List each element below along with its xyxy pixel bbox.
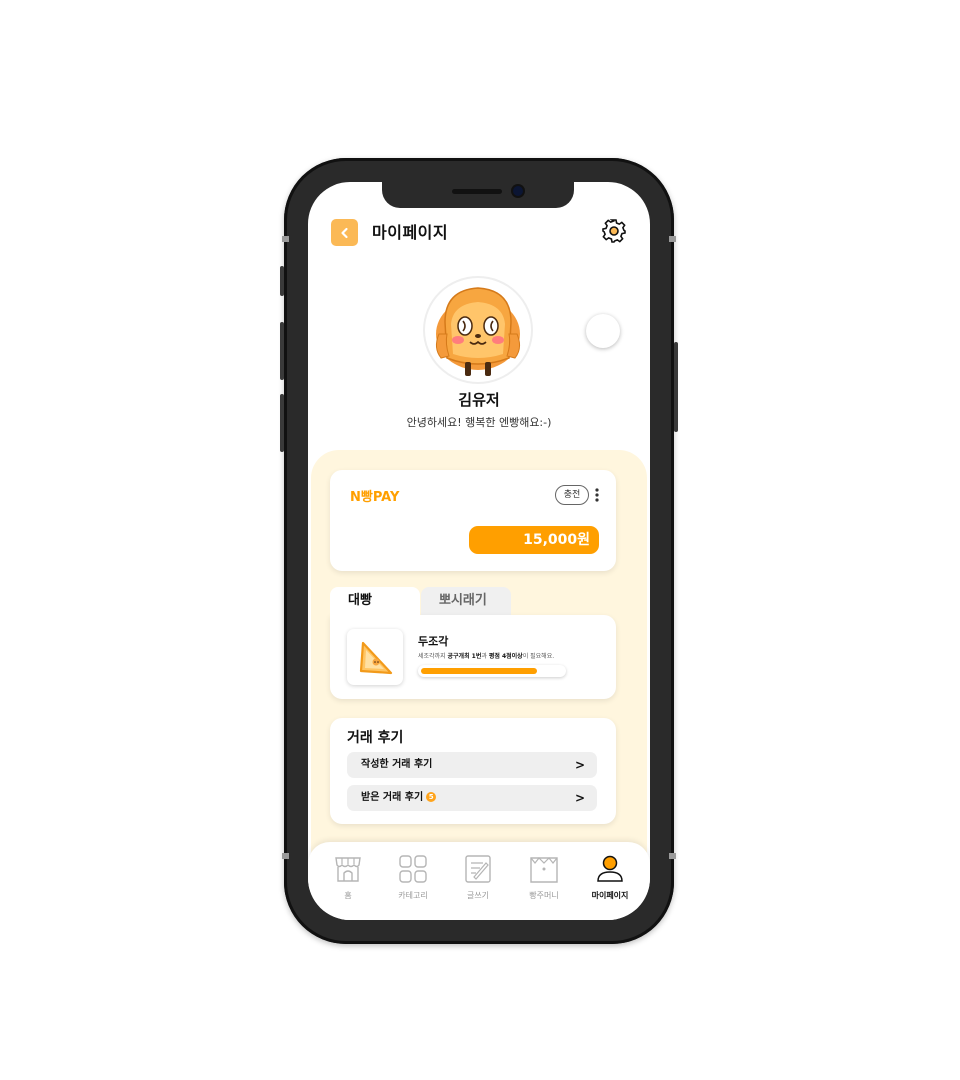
badge-description: 세조각까지 공구개최 1번과 평점 4점이상이 필요해요. bbox=[418, 651, 554, 660]
notch bbox=[382, 182, 574, 208]
write-icon bbox=[465, 855, 491, 883]
pay-card: N빵PAY 충전 15,000원 bbox=[330, 470, 616, 571]
tab-label: 글쓰기 bbox=[466, 891, 490, 900]
badge-desc-text: 과 bbox=[481, 653, 489, 660]
avatar[interactable] bbox=[425, 278, 531, 382]
badge-progress-fill bbox=[421, 668, 537, 674]
badge-desc-condition-1: 공구개최 1번 bbox=[447, 653, 482, 660]
tab-bag[interactable]: 빵주머니 bbox=[514, 854, 574, 901]
bread-slice-icon bbox=[359, 641, 393, 675]
gear-icon[interactable] bbox=[601, 218, 627, 244]
bread-mascot-image bbox=[435, 287, 521, 376]
written-reviews-label: 작성한 거래 후기 bbox=[361, 759, 433, 770]
tab-category[interactable]: 카테고리 bbox=[383, 854, 443, 901]
speaker-grille bbox=[452, 189, 502, 194]
chevron-right-icon: > bbox=[574, 791, 585, 805]
mute-switch bbox=[280, 266, 284, 296]
volume-down-button bbox=[280, 394, 284, 452]
badge-title: 두조각 bbox=[418, 635, 449, 648]
bag-icon bbox=[530, 857, 558, 883]
store-icon bbox=[335, 857, 361, 882]
tab-mypage[interactable]: 마이페이지 bbox=[580, 854, 640, 901]
tab-write[interactable]: 글쓰기 bbox=[448, 854, 508, 901]
volume-up-button bbox=[280, 322, 284, 380]
badge-desc-condition-2: 평점 4점이상 bbox=[488, 653, 523, 660]
received-reviews-label: 받은 거래 후기 bbox=[361, 792, 424, 803]
written-reviews-row[interactable]: 작성한 거래 후기 > bbox=[347, 752, 597, 778]
received-reviews-row[interactable]: 받은 거래 후기 5 > bbox=[347, 785, 597, 811]
antenna-band bbox=[669, 236, 676, 242]
antenna-band bbox=[669, 853, 676, 859]
badge-desc-text: 세조각까지 bbox=[418, 653, 448, 660]
review-card: 거래 후기 작성한 거래 후기 > 받은 거래 후기 5 > bbox=[330, 718, 616, 824]
chevron-right-icon: > bbox=[574, 758, 585, 772]
pay-logo: N빵PAY bbox=[350, 490, 400, 505]
badge-progress-bar bbox=[418, 665, 566, 677]
grid-icon bbox=[399, 855, 427, 883]
tab-label: 마이페이지 bbox=[591, 891, 629, 900]
chevron-left-icon bbox=[340, 227, 348, 238]
badge-desc-text: 이 필요해요. bbox=[522, 653, 555, 660]
screen: 마이페이지 김유저 안녕하세요! 행복한 엔빵해요:-) N빵PAY 충전 15… bbox=[308, 182, 650, 920]
more-vertical-icon[interactable] bbox=[593, 487, 601, 503]
tab-label: 카테고리 bbox=[398, 891, 428, 900]
antenna-band bbox=[282, 236, 289, 242]
back-button[interactable] bbox=[331, 219, 358, 246]
user-greeting: 안녕하세요! 행복한 엔빵해요:-) bbox=[406, 416, 552, 429]
page-title: 마이페이지 bbox=[372, 223, 449, 242]
review-count-badge: 5 bbox=[426, 792, 437, 802]
tab-daebbang[interactable]: 대빵 bbox=[330, 587, 420, 617]
tab-label: 홈 bbox=[344, 891, 352, 900]
tab-label: 빵주머니 bbox=[529, 891, 559, 900]
tab-home[interactable]: 홈 bbox=[318, 854, 378, 901]
pay-balance: 15,000원 bbox=[469, 526, 599, 554]
bottom-tab-bar: 홈 카테고리 글쓰기 빵주머니 마이페이지 bbox=[308, 842, 650, 920]
person-icon bbox=[597, 855, 623, 882]
power-button bbox=[674, 342, 678, 432]
badge-card: 두조각 세조각까지 공구개최 1번과 평점 4점이상이 필요해요. bbox=[330, 615, 616, 699]
toggle-button[interactable] bbox=[586, 314, 620, 348]
antenna-band bbox=[282, 853, 289, 859]
phone-frame: 마이페이지 김유저 안녕하세요! 행복한 엔빵해요:-) N빵PAY 충전 15… bbox=[280, 158, 678, 944]
user-name: 김유저 bbox=[458, 391, 500, 409]
review-title: 거래 후기 bbox=[347, 730, 404, 746]
tab-bbosiraegi[interactable]: 뽀시래기 bbox=[421, 587, 511, 617]
front-camera bbox=[513, 186, 523, 196]
charge-button[interactable]: 충전 bbox=[555, 485, 589, 505]
badge-image bbox=[347, 629, 403, 685]
